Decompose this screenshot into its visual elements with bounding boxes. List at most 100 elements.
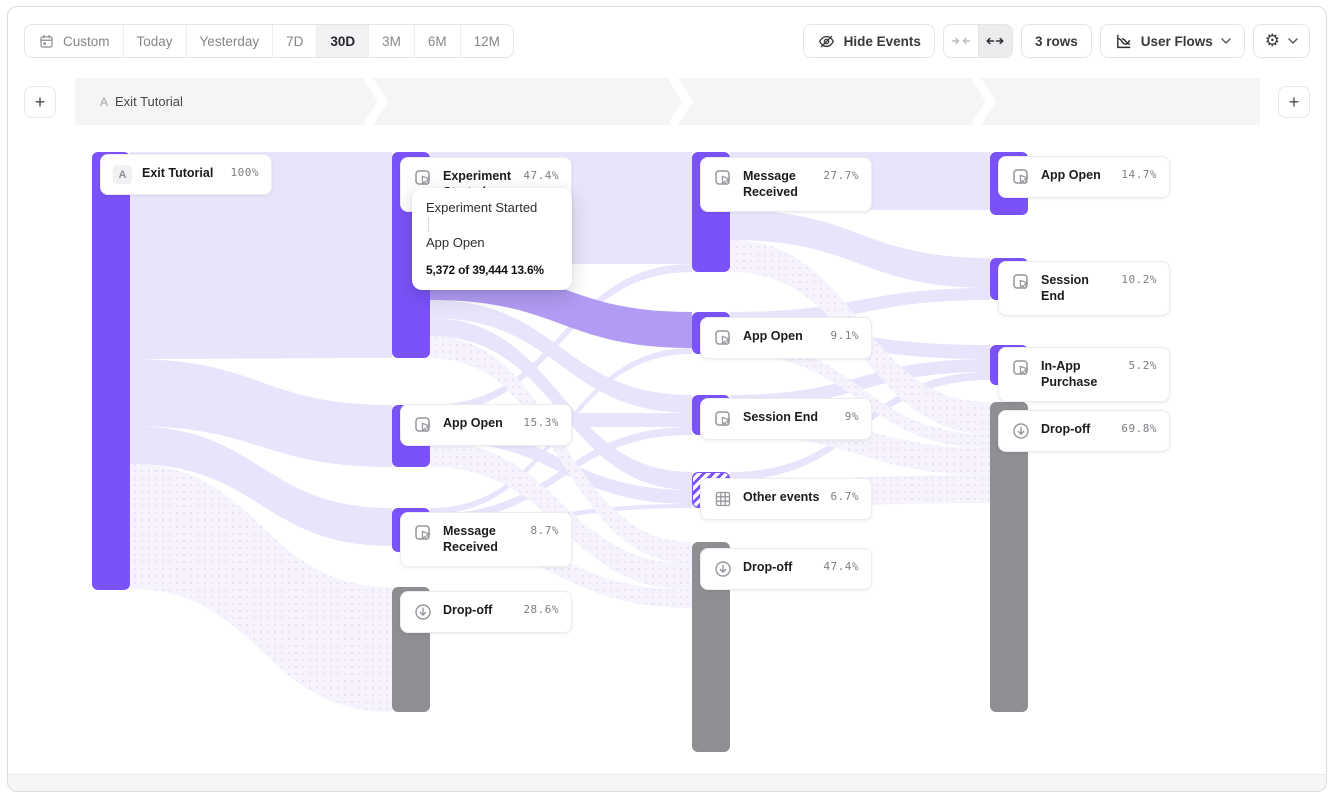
hide-events-button[interactable]: Hide Events xyxy=(803,24,935,58)
flows-chart-icon xyxy=(1114,32,1133,51)
arrows-collapse-icon xyxy=(951,35,971,47)
date-range-30d[interactable]: 30D xyxy=(317,25,369,57)
date-range-label: Yesterday xyxy=(200,34,260,49)
node-percent: 100% xyxy=(231,165,260,179)
node-label: App Open xyxy=(743,328,821,344)
eye-off-icon xyxy=(817,32,836,51)
add-step-right-button[interactable]: + xyxy=(1278,86,1310,118)
node-percent: 47.4% xyxy=(523,168,559,182)
chevron-down-icon xyxy=(1221,38,1231,44)
collapse-columns-button[interactable] xyxy=(944,25,978,57)
node-percent: 8.7% xyxy=(531,523,560,537)
event-icon xyxy=(1011,358,1031,378)
view-type-dropdown[interactable]: User Flows xyxy=(1100,24,1245,58)
calendar-icon xyxy=(38,33,55,50)
flow-node-card-app-open[interactable]: App Open14.7% xyxy=(998,156,1170,198)
flow-node-card-exit-tutorial[interactable]: A Exit Tutorial 100% xyxy=(100,154,272,195)
node-percent: 5.2% xyxy=(1129,358,1158,372)
flow-node-card-message-received[interactable]: Message Received 27.7% xyxy=(700,157,872,212)
dropoff-icon xyxy=(413,602,433,622)
date-range-3m[interactable]: 3M xyxy=(369,25,415,57)
flow-node-card-session-end[interactable]: Session End 10.2% xyxy=(998,261,1170,316)
flow-node-card-drop-off[interactable]: Drop-off 47.4% xyxy=(700,548,872,590)
node-label: Other events xyxy=(743,489,821,505)
node-label: Drop-off xyxy=(443,602,513,618)
event-icon xyxy=(413,415,433,435)
step-header-bar: A Exit Tutorial xyxy=(75,78,1260,125)
flow-node-card-message-received[interactable]: Message Received 8.7% xyxy=(400,512,572,567)
plus-icon: + xyxy=(35,92,46,113)
tooltip-source-event: Experiment Started xyxy=(426,200,558,215)
date-range-label: 7D xyxy=(286,34,303,49)
dropoff-icon xyxy=(713,559,733,579)
node-label: Session End xyxy=(1041,272,1111,305)
rows-button[interactable]: 3 rows xyxy=(1021,24,1092,58)
node-label: Drop-off xyxy=(743,559,813,575)
date-range-label: Custom xyxy=(63,34,110,49)
flow-node-card-drop-off[interactable]: Drop-off28.6% xyxy=(400,591,572,633)
event-icon xyxy=(1011,272,1031,292)
node-percent: 27.7% xyxy=(823,168,859,182)
step-letter-badge: A xyxy=(113,165,132,184)
chevron-down-icon xyxy=(1288,38,1298,44)
toolbar-right-cluster: Hide Events 3 rows xyxy=(803,24,1310,58)
expand-columns-button[interactable] xyxy=(978,25,1012,57)
node-percent: 6.7% xyxy=(831,489,860,503)
event-icon xyxy=(713,168,733,188)
node-label: Message Received xyxy=(743,168,813,201)
flow-node-bar-exit-tutorial[interactable] xyxy=(92,152,130,590)
node-percent: 9.1% xyxy=(831,328,860,342)
event-icon xyxy=(713,409,733,429)
event-icon xyxy=(713,328,733,348)
hide-events-label: Hide Events xyxy=(844,34,921,49)
date-range-custom[interactable]: Custom xyxy=(25,25,124,57)
step-chevron-separator xyxy=(670,78,694,125)
dropoff-icon xyxy=(1011,421,1031,441)
toolbar: Custom Today Yesterday 7D 30D 3M 6M 12M Hide Ev… xyxy=(24,24,1310,58)
tooltip-stats: 5,372 of 39,444 13.6% xyxy=(426,263,558,277)
node-label: In-App Purchase xyxy=(1041,358,1119,391)
add-step-left-button[interactable]: + xyxy=(24,86,56,118)
date-range-6m[interactable]: 6M xyxy=(415,25,461,57)
node-percent: 9% xyxy=(845,409,859,423)
flow-node-card-app-open[interactable]: App Open 15.3% xyxy=(400,404,572,446)
node-label: App Open xyxy=(443,415,513,431)
date-range-label: Today xyxy=(137,34,173,49)
step-chevron-separator xyxy=(973,78,997,125)
spacing-toggle-group xyxy=(943,24,1013,58)
gear-icon: ⚙ xyxy=(1265,33,1280,50)
flow-node-card-session-end[interactable]: Session End9% xyxy=(700,398,872,440)
settings-dropdown[interactable]: ⚙ xyxy=(1253,24,1310,58)
flow-node-card-in-app-purchase[interactable]: In-App Purchase 5.2% xyxy=(998,347,1170,402)
horizontal-scrollbar-track[interactable] xyxy=(8,774,1326,791)
flow-node-card-other-events[interactable]: Other events 6.7% xyxy=(700,478,872,520)
date-range-today[interactable]: Today xyxy=(124,25,187,57)
node-percent: 47.4% xyxy=(823,559,859,573)
node-percent: 69.8% xyxy=(1121,421,1157,435)
date-range-yesterday[interactable]: Yesterday xyxy=(187,25,274,57)
plus-icon: + xyxy=(1289,92,1300,113)
node-label: Exit Tutorial xyxy=(142,165,221,181)
date-range-label: 12M xyxy=(474,34,500,49)
flow-tooltip: Experiment Started App Open 5,372 of 39,… xyxy=(412,188,572,290)
flow-node-card-drop-off[interactable]: Drop-off69.8% xyxy=(998,410,1170,452)
node-label: Message Received xyxy=(443,523,521,556)
date-range-12m[interactable]: 12M xyxy=(461,25,513,57)
step-event-name: Exit Tutorial xyxy=(115,94,183,109)
node-percent: 10.2% xyxy=(1121,272,1157,286)
node-percent: 14.7% xyxy=(1121,167,1157,181)
grid-icon xyxy=(713,489,733,509)
node-percent: 15.3% xyxy=(523,415,559,429)
event-icon xyxy=(413,523,433,543)
tooltip-connector xyxy=(428,218,429,232)
date-range-label: 3M xyxy=(382,34,401,49)
date-range-7d[interactable]: 7D xyxy=(273,25,317,57)
tooltip-target-event: App Open xyxy=(426,235,558,250)
rows-label: 3 rows xyxy=(1035,34,1078,49)
step-a-label[interactable]: A Exit Tutorial xyxy=(100,78,183,125)
view-type-label: User Flows xyxy=(1141,34,1213,49)
step-chevron-separator xyxy=(365,78,389,125)
date-range-label: 6M xyxy=(428,34,447,49)
step-letter: A xyxy=(100,95,108,109)
flow-node-card-app-open[interactable]: App Open 9.1% xyxy=(700,317,872,359)
